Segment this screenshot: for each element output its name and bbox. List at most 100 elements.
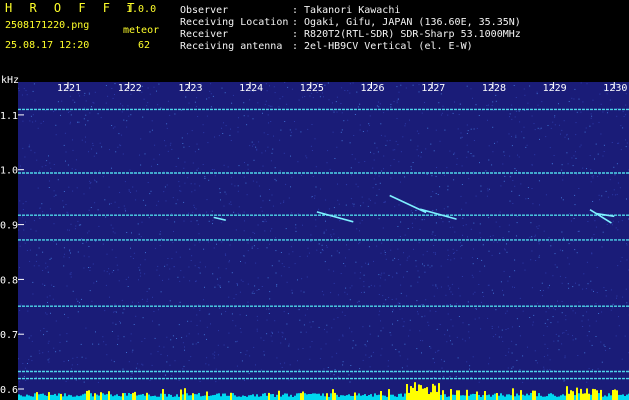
noise-dot [265,83,267,85]
noise-dot [363,281,365,283]
spectrogram: 1221 1222 1223 1224 1225 1226 1227 1228 1229 1230… [0,75,629,400]
noise-dot [199,308,201,310]
noise-dot [445,294,447,296]
location-label: Receiving Location [180,17,289,28]
noise-dot [578,98,580,100]
noise-dot [158,274,160,276]
noise-dot [69,250,71,252]
noise-dot [27,310,29,312]
noise-dot [494,142,495,144]
noise-dot [256,290,258,291]
noise-dot [612,220,614,222]
noise-dot [578,188,580,189]
noise-dot [378,188,380,190]
noise-dot [112,322,114,324]
noise-dot [89,270,91,271]
histogram-bar [426,387,428,400]
noise-dot [162,279,163,281]
histogram-bar [80,395,82,400]
noise-dot [396,86,398,88]
noise-dot [379,182,381,184]
noise-dot [231,102,233,104]
noise-dot [374,202,376,204]
noise-dot [416,300,418,302]
noise-dot [547,125,549,126]
noise-dot [480,185,482,187]
noise-dot [485,170,487,172]
histogram-bar [432,383,434,400]
noise-dot [559,249,561,251]
noise-dot [427,264,429,266]
noise-dot [564,379,566,381]
noise-dot [310,145,312,147]
noise-dot [271,331,273,333]
noise-dot [368,286,370,288]
noise-dot [271,194,273,196]
noise-dot [577,355,579,356]
noise-dot [614,174,616,176]
noise-dot [624,335,626,337]
noise-dot [89,112,91,114]
noise-dot [156,90,157,92]
histogram-bar [108,391,110,400]
noise-dot [541,295,543,297]
noise-dot [534,129,536,131]
noise-dot [626,142,628,144]
noise-dot [406,271,408,273]
noise-dot [292,251,294,253]
noise-dot [507,367,509,369]
noise-dot [130,333,132,335]
noise-dot [196,169,198,171]
noise-dot [34,100,36,102]
noise-dot [245,314,247,316]
noise-dot [508,348,510,350]
noise-dot [367,263,369,265]
noise-dot [385,144,387,146]
noise-dot [178,380,180,381]
noise-dot [498,336,500,338]
histogram-bar [18,394,20,400]
noise-dot [586,168,587,170]
noise-dot [399,355,401,357]
noise-dot [166,361,168,363]
noise-dot [70,272,72,274]
noise-dot [512,286,513,288]
noise-dot [622,296,624,298]
noise-dot [93,102,95,104]
noise-dot [141,221,143,223]
noise-dot [92,101,94,103]
noise-dot [337,237,339,238]
noise-dot [99,170,100,172]
noise-dot [174,113,176,115]
noise-dot [109,296,110,298]
noise-dot [228,261,230,263]
noise-dot [96,181,98,183]
histogram-bar [590,394,592,400]
noise-dot [554,264,556,266]
histogram-bar [272,394,274,400]
noise-dot [185,96,187,98]
noise-dot [261,369,262,371]
noise-dot [137,223,139,225]
noise-dot [124,181,126,183]
histogram-bar [210,395,212,400]
noise-dot [166,336,168,338]
noise-dot [491,325,493,327]
noise-dot [127,105,129,107]
noise-dot [492,101,494,103]
histogram-bar [270,394,272,400]
noise-dot [159,154,160,156]
histogram-bar [296,393,298,400]
noise-dot [281,263,283,265]
noise-dot [179,190,181,192]
noise-dot [94,180,96,182]
noise-dot [465,224,467,226]
noise-dot [553,307,555,309]
noise-dot [531,188,533,189]
noise-dot [92,145,94,146]
histogram-bar [140,394,142,400]
histogram-bar [560,395,562,400]
noise-dot [354,272,356,274]
noise-dot [53,111,55,113]
histogram-bar [468,395,470,400]
